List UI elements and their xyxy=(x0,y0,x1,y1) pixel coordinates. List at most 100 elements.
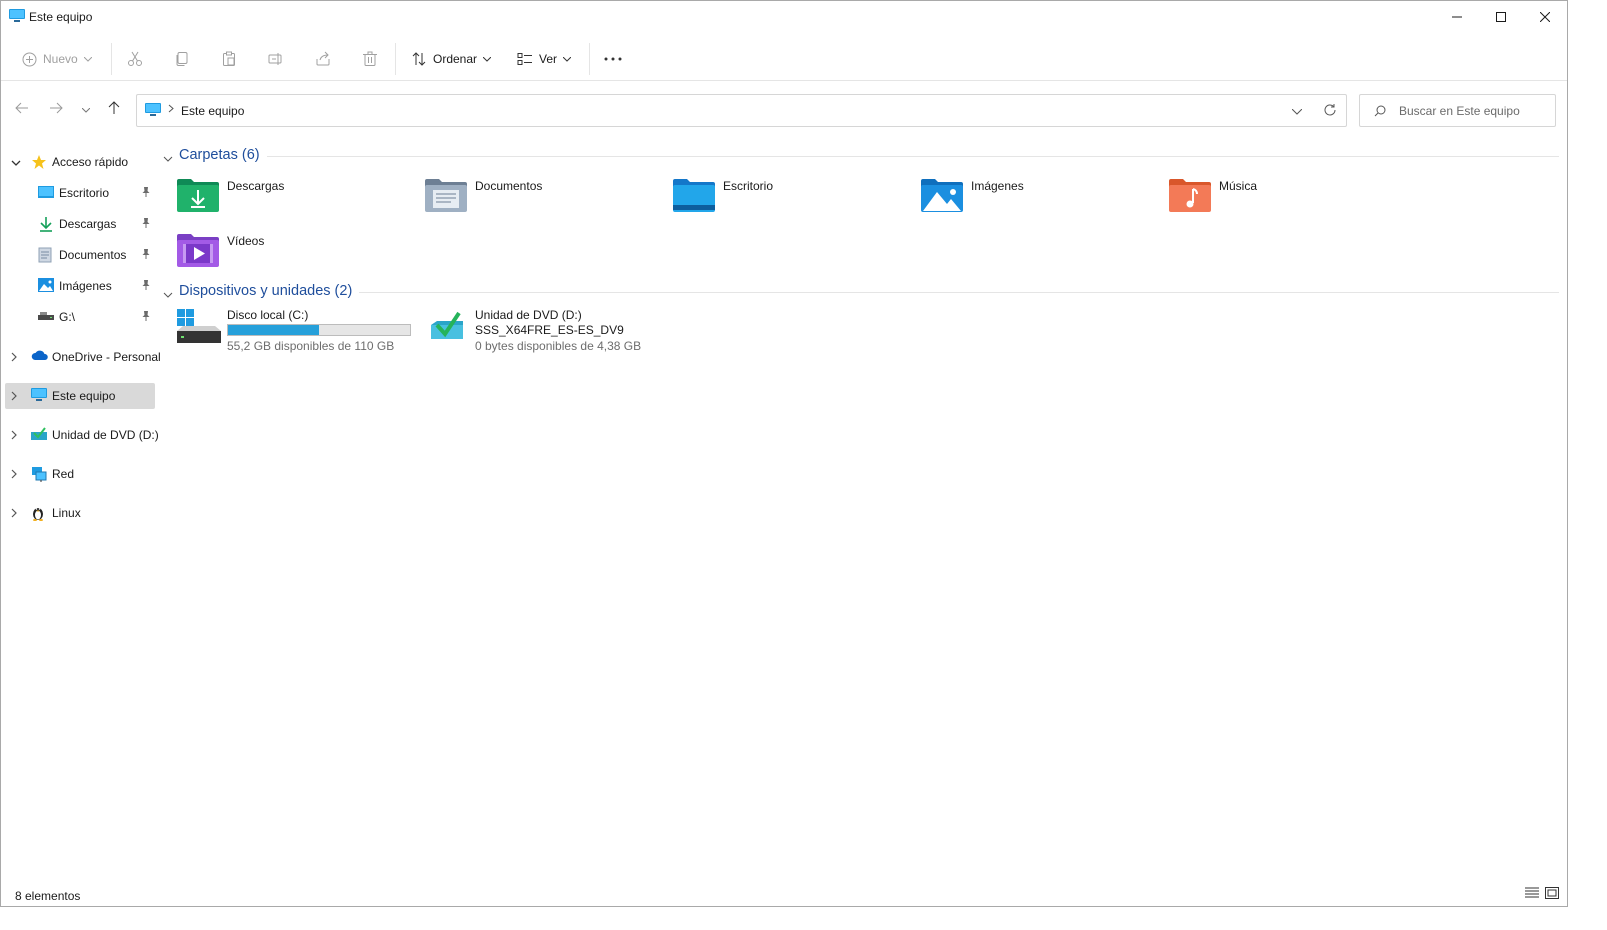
documents-icon xyxy=(38,247,54,263)
nav-item-descargas[interactable]: Descargas xyxy=(5,211,155,237)
view-label: Ver xyxy=(539,52,558,66)
drive-name: Disco local (C:) xyxy=(227,308,309,322)
desktop-folder-icon xyxy=(673,178,715,215)
nav-label: Unidad de DVD (D:) xyxy=(52,428,159,442)
view-button[interactable]: Ver xyxy=(517,44,572,74)
devices-section-header[interactable]: Dispositivos y unidades (2) xyxy=(163,282,363,302)
pin-icon xyxy=(141,279,151,294)
more-icon xyxy=(604,57,622,61)
nav-item-g-drive[interactable]: G:\ xyxy=(5,304,155,330)
folder-label: Descargas xyxy=(227,179,285,193)
folder-label: Imágenes xyxy=(971,179,1024,193)
folder-tile-videos[interactable]: Vídeos xyxy=(177,233,417,279)
rename-button[interactable] xyxy=(268,44,284,74)
arrow-up-icon xyxy=(108,100,120,118)
drive-tile-c[interactable]: Disco local (C:) 55,2 GB disponibles de … xyxy=(177,308,417,358)
forward-button[interactable] xyxy=(45,98,67,120)
nav-item-network[interactable]: Red xyxy=(5,461,155,487)
navigation-pane: Acceso rápido Escritorio Descargas Docum… xyxy=(1,141,161,861)
more-options-button[interactable] xyxy=(604,44,622,74)
windows-drive-icon xyxy=(177,309,221,348)
folder-tile-escritorio[interactable]: Escritorio xyxy=(673,178,913,224)
chevron-down-icon xyxy=(563,56,572,62)
cut-button[interactable] xyxy=(127,44,143,74)
close-button[interactable] xyxy=(1522,1,1568,32)
nav-label: Acceso rápido xyxy=(52,155,129,169)
clipboard-icon xyxy=(221,51,237,67)
folder-label: Documentos xyxy=(475,179,543,193)
videos-folder-icon xyxy=(177,233,219,270)
chevron-down-icon xyxy=(81,102,91,116)
nav-label: Escritorio xyxy=(59,186,110,200)
tiles-view-button[interactable] xyxy=(1545,887,1559,902)
copy-icon xyxy=(174,51,190,67)
details-view-button[interactable] xyxy=(1525,887,1539,902)
folder-tile-documentos[interactable]: Documentos xyxy=(425,178,665,224)
share-button[interactable] xyxy=(315,44,331,74)
sort-label: Ordenar xyxy=(433,52,478,66)
section-title: Carpetas (6) xyxy=(179,147,260,163)
refresh-button[interactable] xyxy=(1323,103,1337,120)
nav-label: Este equipo xyxy=(52,389,116,403)
folder-tile-imagenes[interactable]: Imágenes xyxy=(921,178,1161,224)
copy-button[interactable] xyxy=(174,44,190,74)
up-button[interactable] xyxy=(103,98,125,120)
nav-label: Documentos xyxy=(59,248,127,262)
address-history-button[interactable] xyxy=(1291,104,1303,118)
chevron-right-icon xyxy=(11,429,18,443)
nav-label: Linux xyxy=(52,506,81,520)
nav-item-this-pc[interactable]: Este equipo xyxy=(5,383,155,409)
recent-locations-button[interactable] xyxy=(75,98,97,120)
desktop-icon xyxy=(38,185,54,201)
chevron-down-icon xyxy=(483,56,492,62)
window-title: Este equipo xyxy=(29,10,93,24)
nav-item-dvd[interactable]: Unidad de DVD (D:) xyxy=(5,422,159,448)
section-divider xyxy=(267,156,1559,157)
refresh-icon xyxy=(1323,104,1337,120)
drive-free-space: 0 bytes disponibles de 4,38 GB xyxy=(475,339,642,353)
chevron-down-icon xyxy=(11,156,21,170)
drive-tile-d[interactable]: Unidad de DVD (D:) SSS_X64FRE_ES-ES_DV9 … xyxy=(425,308,665,358)
rename-icon xyxy=(268,51,284,67)
view-toggle-group xyxy=(1525,887,1559,902)
this-pc-icon xyxy=(31,388,47,404)
maximize-button[interactable] xyxy=(1478,1,1524,32)
nav-item-linux[interactable]: Linux xyxy=(5,500,155,526)
chevron-down-icon xyxy=(1291,104,1303,118)
linux-penguin-icon xyxy=(31,505,47,521)
section-divider xyxy=(359,292,1559,293)
breadcrumb[interactable]: Este equipo xyxy=(181,104,244,118)
folder-tile-musica[interactable]: Música xyxy=(1169,178,1409,224)
nav-item-onedrive[interactable]: OneDrive - Personal xyxy=(5,344,161,370)
music-folder-icon xyxy=(1169,178,1211,215)
folder-tile-descargas[interactable]: Descargas xyxy=(177,178,417,224)
folders-section-header[interactable]: Carpetas (6) xyxy=(163,146,273,166)
back-button[interactable] xyxy=(11,98,33,120)
pin-icon xyxy=(141,310,151,325)
paste-button[interactable] xyxy=(221,44,237,74)
drive-usage-bar xyxy=(227,324,411,336)
search-input[interactable]: Buscar en Este equipo xyxy=(1359,94,1556,127)
drive-usage-fill xyxy=(228,325,319,335)
nav-item-quick-access[interactable]: Acceso rápido xyxy=(5,149,155,175)
address-bar[interactable]: Este equipo xyxy=(136,94,1347,127)
toolbar-divider xyxy=(589,43,590,75)
folder-label: Música xyxy=(1219,179,1258,193)
chevron-right-icon xyxy=(11,468,18,482)
nav-item-escritorio[interactable]: Escritorio xyxy=(5,180,155,206)
pin-icon xyxy=(141,248,151,263)
nav-item-documentos[interactable]: Documentos xyxy=(5,242,155,268)
toolbar-divider xyxy=(395,43,396,75)
chevron-right-icon xyxy=(168,104,174,116)
command-bar: Nuevo Ordenar Ver xyxy=(1,37,1567,81)
delete-button[interactable] xyxy=(362,44,378,74)
chevron-right-icon xyxy=(11,351,18,365)
nav-item-imagenes[interactable]: Imágenes xyxy=(5,273,155,299)
chevron-down-icon xyxy=(83,56,92,62)
download-icon xyxy=(38,216,54,232)
new-button[interactable]: Nuevo xyxy=(22,44,92,74)
sort-button[interactable]: Ordenar xyxy=(411,44,492,74)
folder-label: Escritorio xyxy=(723,179,774,193)
minimize-button[interactable] xyxy=(1434,1,1480,32)
scissors-icon xyxy=(127,51,143,67)
